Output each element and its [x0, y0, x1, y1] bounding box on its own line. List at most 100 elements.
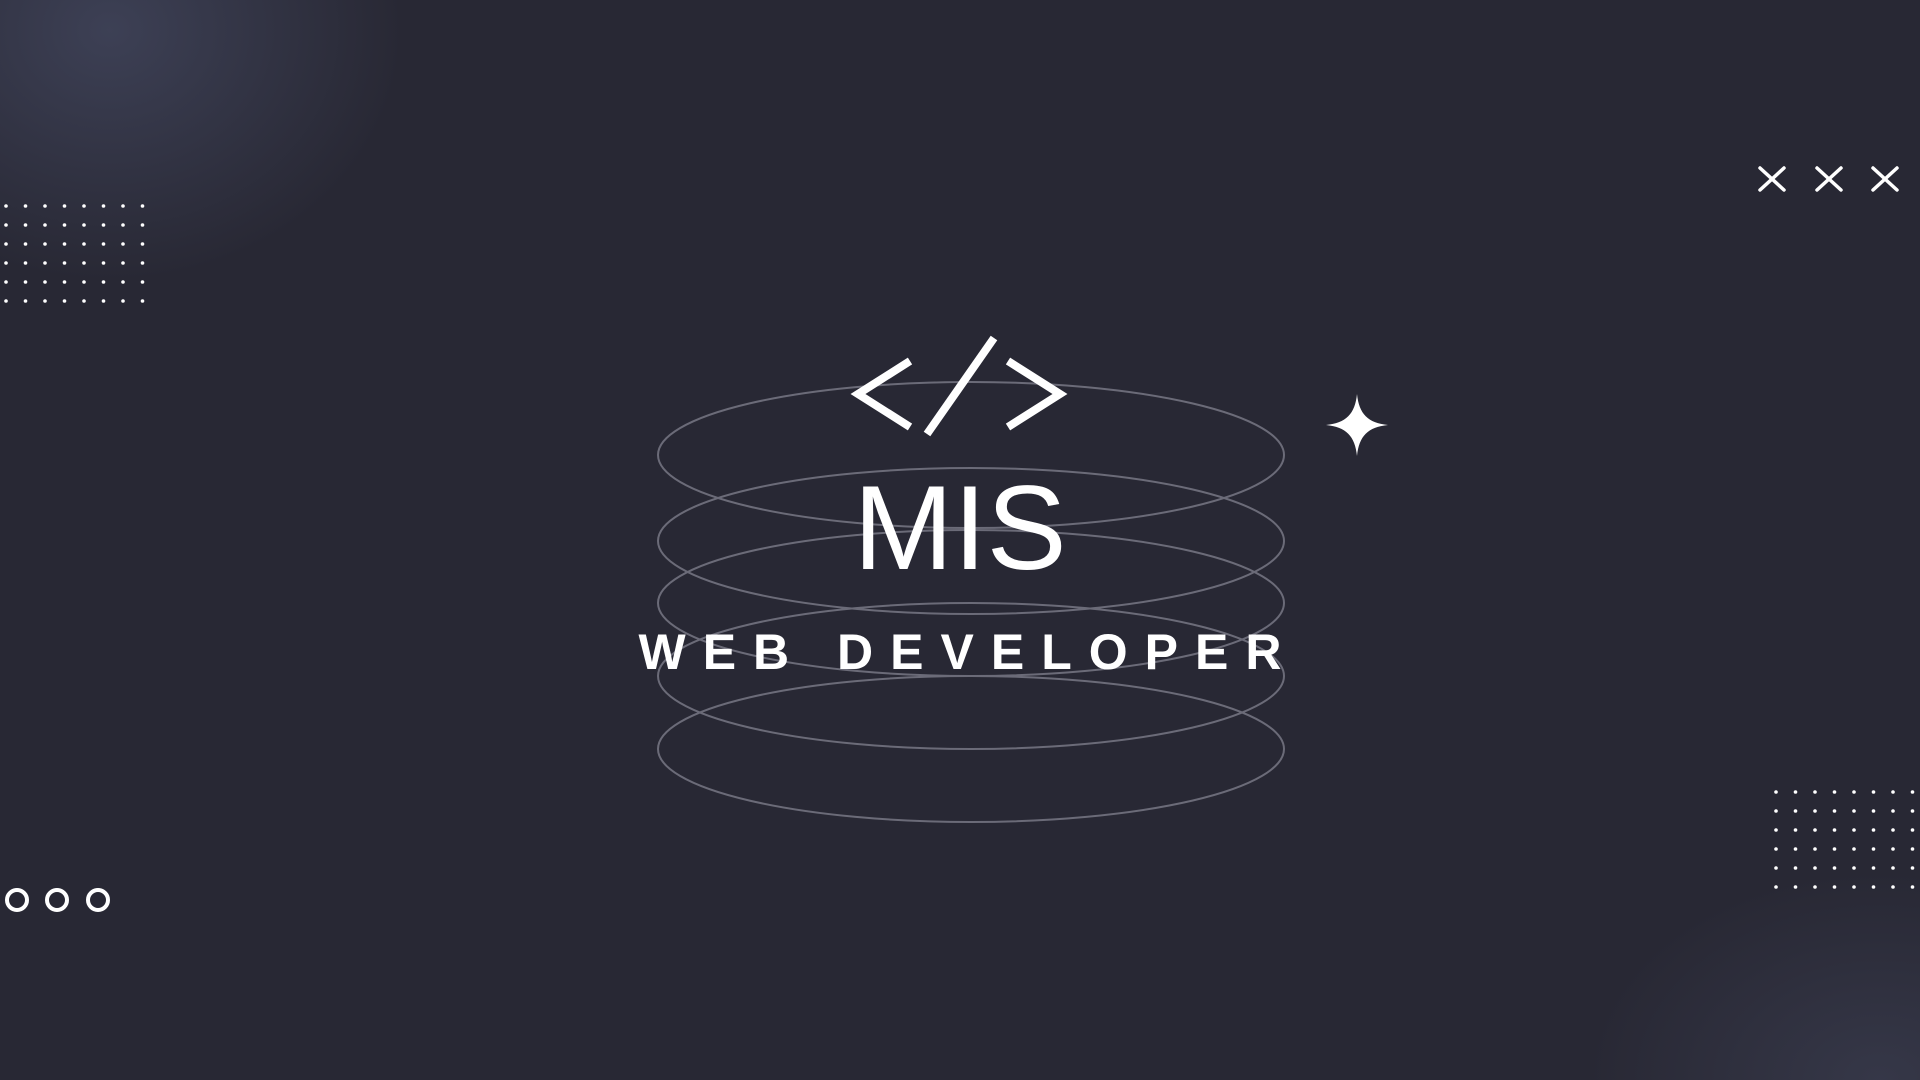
- dot: [1813, 828, 1817, 832]
- dot: [1910, 809, 1915, 813]
- dot: [101, 280, 106, 284]
- sparkle-icon: [1326, 394, 1388, 456]
- dot: [1910, 866, 1915, 870]
- dot: [140, 280, 145, 284]
- dot: [82, 280, 86, 284]
- dot: [1871, 847, 1876, 851]
- dot: [1774, 809, 1778, 813]
- dot: [1852, 885, 1856, 889]
- dot: [23, 204, 28, 208]
- dot: [1774, 847, 1778, 851]
- dot: [1813, 847, 1817, 851]
- dot: [140, 242, 145, 246]
- dot: [1871, 809, 1876, 813]
- dot: [4, 242, 8, 246]
- dot: [43, 204, 47, 208]
- dot: [1852, 866, 1856, 870]
- dot: [101, 242, 106, 246]
- dot: [62, 242, 67, 246]
- dot-grid-icon: [1774, 790, 1915, 889]
- dot: [1891, 847, 1895, 851]
- dot: [1793, 866, 1798, 870]
- dot: [1852, 847, 1856, 851]
- dot: [1852, 790, 1856, 794]
- dot: [1832, 866, 1837, 870]
- dot: [1832, 790, 1837, 794]
- dot-grid-icon: [4, 204, 145, 303]
- dot: [1871, 885, 1876, 889]
- dot: [82, 223, 86, 227]
- dot: [121, 242, 125, 246]
- dot: [121, 223, 125, 227]
- dot: [23, 280, 28, 284]
- dot: [62, 299, 67, 303]
- dot: [1793, 809, 1798, 813]
- dot: [121, 261, 125, 265]
- dot: [1813, 885, 1817, 889]
- dot: [1793, 847, 1798, 851]
- dot: [1910, 790, 1915, 794]
- code-brackets-icon: [850, 335, 1068, 437]
- dot: [4, 261, 8, 265]
- dot: [43, 280, 47, 284]
- close-icon: [1815, 166, 1843, 192]
- dot: [1891, 809, 1895, 813]
- dot: [101, 299, 106, 303]
- dot: [140, 223, 145, 227]
- dot: [1891, 828, 1895, 832]
- dot: [43, 223, 47, 227]
- dot: [43, 299, 47, 303]
- dot: [23, 242, 28, 246]
- dot: [82, 261, 86, 265]
- dot: [1832, 885, 1837, 889]
- dot: [1852, 809, 1856, 813]
- dot: [62, 261, 67, 265]
- dot: [1871, 866, 1876, 870]
- dot: [4, 223, 8, 227]
- dot: [1910, 885, 1915, 889]
- dot: [1832, 809, 1837, 813]
- dot: [1774, 828, 1778, 832]
- background-canvas: MIS WEB DEVELOPER: [0, 0, 1920, 1080]
- dot: [1871, 828, 1876, 832]
- dot: [23, 261, 28, 265]
- dot: [1793, 828, 1798, 832]
- dot: [1793, 790, 1798, 794]
- dot: [140, 261, 145, 265]
- dot: [4, 280, 8, 284]
- circle-icons-group: [5, 888, 110, 912]
- dot: [62, 204, 67, 208]
- dot: [82, 299, 86, 303]
- dot: [1910, 847, 1915, 851]
- dot: [1832, 828, 1837, 832]
- dot: [23, 223, 28, 227]
- brand-name: MIS: [853, 461, 1067, 595]
- dot: [1852, 828, 1856, 832]
- dot: [121, 280, 125, 284]
- circle-icon: [5, 888, 29, 912]
- brand-tagline: WEB DEVELOPER: [638, 624, 1299, 680]
- dot: [1813, 866, 1817, 870]
- dot: [140, 204, 145, 208]
- dot: [1774, 866, 1778, 870]
- dot: [140, 299, 145, 303]
- dot: [121, 299, 125, 303]
- dot: [1793, 885, 1798, 889]
- circle-icon: [86, 888, 110, 912]
- dot: [1871, 790, 1876, 794]
- dot: [1891, 790, 1895, 794]
- close-icon: [1871, 166, 1899, 192]
- dot: [1891, 885, 1895, 889]
- dot: [101, 204, 106, 208]
- circle-icon: [45, 888, 69, 912]
- dot: [101, 261, 106, 265]
- dot: [1813, 790, 1817, 794]
- dot: [62, 223, 67, 227]
- close-icon: [1758, 166, 1786, 192]
- dot: [82, 204, 86, 208]
- dot: [82, 242, 86, 246]
- dot: [23, 299, 28, 303]
- dot: [1832, 847, 1837, 851]
- dot: [1813, 809, 1817, 813]
- cross-icons-group: [1758, 166, 1899, 192]
